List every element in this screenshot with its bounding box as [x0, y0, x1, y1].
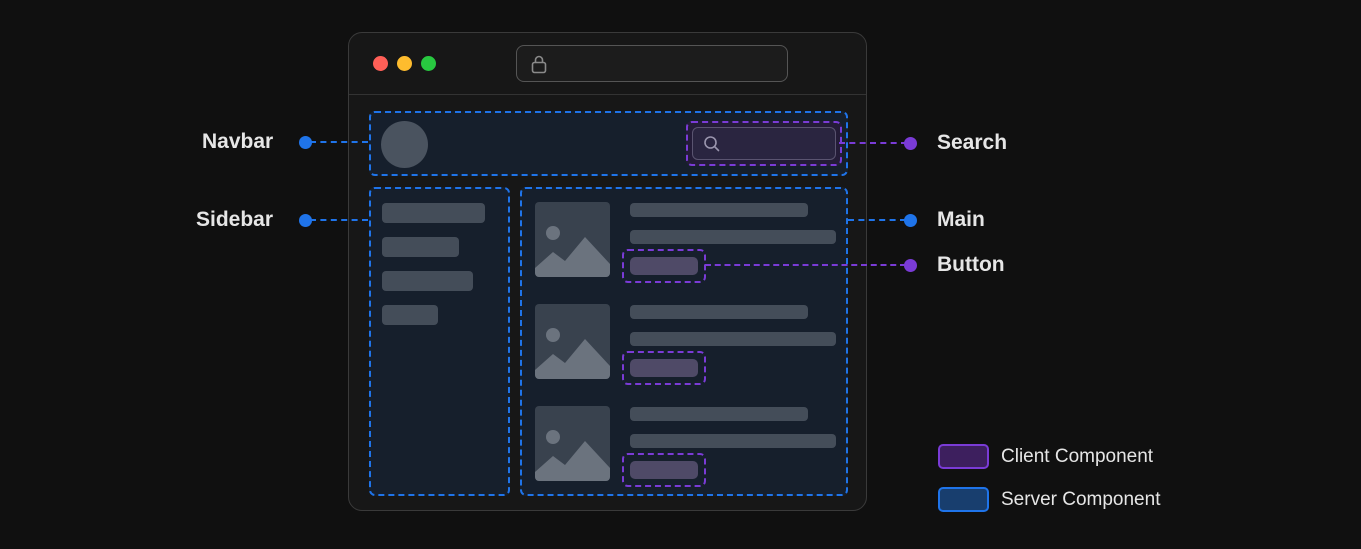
sidebar-leader-line: [310, 219, 368, 221]
search-icon: [704, 136, 720, 152]
text-line: [630, 203, 808, 217]
main-pointer-dot: [904, 214, 917, 227]
sidebar-region: [369, 187, 510, 496]
maximize-window-button[interactable]: [421, 56, 436, 71]
sidebar-label: Sidebar: [196, 208, 274, 231]
image-placeholder-icon: [535, 406, 610, 481]
browser-window: [348, 32, 867, 511]
close-window-button[interactable]: [373, 56, 388, 71]
button-leader-line: [705, 264, 906, 266]
minimize-window-button[interactable]: [397, 56, 412, 71]
navbar-leader-line: [310, 141, 368, 143]
button-region: [622, 351, 706, 385]
sidebar-item[interactable]: [382, 305, 438, 325]
legend-client-label: Client Component: [1001, 446, 1154, 467]
button-label: Button: [937, 253, 1005, 276]
button-pointer-dot: [904, 259, 917, 272]
text-line: [630, 407, 808, 421]
image-placeholder-icon: [535, 202, 610, 277]
sidebar-item[interactable]: [382, 271, 473, 291]
search-pointer-dot: [904, 137, 917, 150]
legend-server-swatch: [938, 487, 989, 512]
image-placeholder-icon: [535, 304, 610, 379]
navbar-label: Navbar: [202, 130, 274, 153]
lock-icon: [531, 55, 547, 74]
card-button[interactable]: [630, 257, 698, 275]
search-region: [686, 121, 842, 166]
text-line: [630, 230, 836, 244]
main-label: Main: [937, 208, 985, 231]
search-label: Search: [937, 131, 1008, 154]
search-input[interactable]: [692, 127, 836, 160]
button-region: [622, 453, 706, 487]
main-leader-line: [848, 219, 906, 221]
card-button[interactable]: [630, 461, 698, 479]
legend-client-swatch: [938, 444, 989, 469]
sidebar-item[interactable]: [382, 237, 459, 257]
text-line: [630, 332, 836, 346]
address-bar[interactable]: [516, 45, 788, 82]
text-line: [630, 305, 808, 319]
legend-server-label: Server Component: [1001, 489, 1161, 510]
avatar: [381, 121, 428, 168]
sidebar-item[interactable]: [382, 203, 485, 223]
search-leader-line: [839, 142, 907, 144]
navbar-region: [369, 111, 848, 176]
main-region: [520, 187, 848, 496]
text-line: [630, 434, 836, 448]
button-region: [622, 249, 706, 283]
card-button[interactable]: [630, 359, 698, 377]
window-titlebar: [349, 33, 866, 95]
